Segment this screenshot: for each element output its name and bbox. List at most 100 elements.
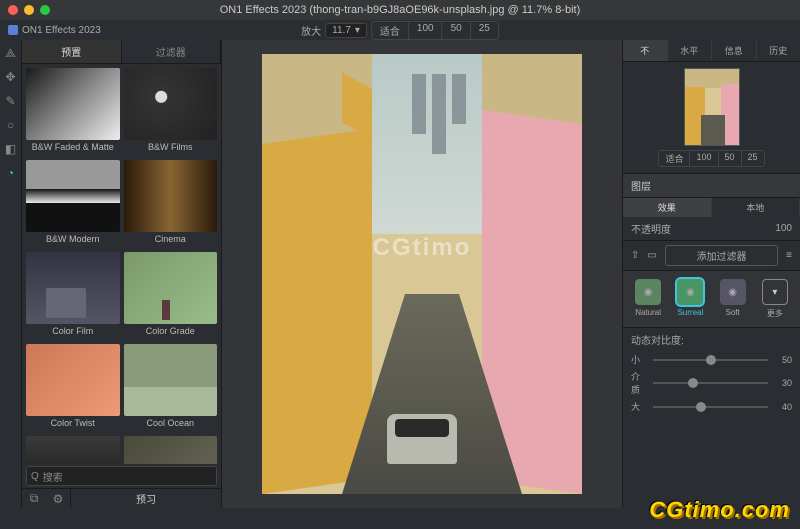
contrast-header-label: 动态对比度: [631, 332, 684, 347]
left-panel-bottom-bar: ⧉ ⚙ 预习 [22, 488, 221, 508]
zoom-value: 11.7 [332, 25, 351, 36]
tool-strip: ⟁ ✥ ✎ ○ ◧ ◔ [0, 40, 22, 508]
subtab-effects[interactable]: 效果 [623, 198, 712, 217]
maximize-window-button[interactable] [40, 5, 50, 15]
preset-item[interactable]: Color Twist [26, 344, 120, 432]
layer-icon[interactable]: ▭ [647, 250, 656, 261]
window-traffic-lights [8, 5, 50, 15]
preset-thumb [26, 160, 120, 232]
filter-soft-button[interactable]: ◉ Soft [720, 279, 746, 319]
preset-thumb [26, 344, 120, 416]
slider-label: 介质 [631, 370, 647, 396]
filter-soft-label: Soft [726, 308, 740, 317]
preset-item[interactable]: Color Film [26, 252, 120, 340]
contrast-header: 动态对比度: [623, 328, 800, 351]
tab-history[interactable]: 历史 [757, 40, 800, 61]
preset-label: Cool Ocean [124, 416, 218, 432]
preset-item[interactable]: B&W Faded & Matte [26, 68, 120, 156]
subtab-local[interactable]: 本地 [712, 198, 800, 217]
slider-track[interactable] [653, 382, 768, 384]
slider-value: 50 [774, 355, 792, 365]
tab-presets[interactable]: 预置 [22, 40, 122, 63]
main-image: CGtimo [262, 54, 582, 494]
slider-row: 小 50 [623, 351, 800, 368]
preset-item[interactable]: Color Grade [124, 252, 218, 340]
move-tool-icon[interactable]: ✥ [4, 70, 18, 84]
tab-levels[interactable]: 水平 [668, 40, 713, 61]
nav-100-button[interactable]: 100 [690, 151, 718, 166]
zoom-value-dropdown[interactable]: 11.7 ▾ [325, 23, 367, 38]
slider-knob[interactable] [706, 355, 716, 365]
navigator-thumbnail[interactable] [684, 68, 740, 146]
tab-info[interactable]: 信息 [712, 40, 757, 61]
slider-value: 30 [774, 378, 792, 388]
nav-25-button[interactable]: 25 [742, 151, 764, 166]
zoom-50-button[interactable]: 50 [443, 22, 471, 39]
preview-button[interactable]: 预习 [70, 489, 221, 508]
search-placeholder: 搜索 [43, 469, 63, 484]
preset-label: B&W Faded & Matte [26, 140, 120, 156]
search-input[interactable]: Q 搜索 [26, 466, 217, 486]
preset-item[interactable]: B&W Modern [26, 160, 120, 248]
layers-header[interactable]: 图层 [623, 173, 800, 198]
add-filter-button[interactable]: 添加过滤器 [665, 245, 778, 266]
filter-surreal-button[interactable]: ◉ Surreal [677, 279, 703, 319]
slider-row: 大40 [623, 398, 800, 415]
menu-icon[interactable]: ≡ [786, 250, 792, 261]
zoom-100-button[interactable]: 100 [409, 22, 443, 39]
right-panel-tabs: 不 水平 信息 历史 [623, 40, 800, 62]
slider-group: 小 50 介质 30 大40 [623, 351, 800, 415]
zoom-fit-button[interactable]: 适合 [372, 22, 409, 39]
slider-knob[interactable] [688, 378, 698, 388]
preset-item[interactable]: Cinema [124, 160, 218, 248]
filter-surreal-label: Surreal [677, 308, 703, 317]
navigator: 适合 100 50 25 [623, 62, 800, 173]
app-tab[interactable]: ON1 Effects 2023 [8, 25, 101, 36]
left-panel-tabs: 预置 过滤器 [22, 40, 221, 64]
zoom-25-button[interactable]: 25 [471, 22, 498, 39]
settings-icon[interactable]: ⚙ [46, 489, 70, 508]
close-window-button[interactable] [8, 5, 18, 15]
preset-thumb [124, 252, 218, 324]
slider-track[interactable] [653, 406, 768, 408]
nav-50-button[interactable]: 50 [719, 151, 742, 166]
app-icon [8, 25, 18, 35]
export-icon[interactable]: ⇧ [631, 250, 639, 261]
left-panel: 预置 过滤器 B&W Faded & MatteB&W Films B&W Mod… [22, 40, 222, 508]
crop-tool-icon[interactable]: ⟁ [4, 46, 18, 60]
ai-tool-icon[interactable]: ◔ [4, 166, 18, 180]
filter-natural-button[interactable]: ◉ Natural [635, 279, 661, 319]
filter-more-button[interactable]: ▾ 更多 [762, 279, 788, 319]
slider-value: 40 [774, 402, 792, 412]
nav-fit-button[interactable]: 适合 [659, 151, 690, 166]
brush-tool-icon[interactable]: ✎ [4, 94, 18, 108]
preset-item[interactable] [124, 436, 218, 464]
zoom-toolbar: 放大 11.7 ▾ 适合 100 50 25 [301, 20, 499, 40]
window-title: ON1 Effects 2023 (thong-tran-b9GJ8aOE96k… [220, 4, 581, 16]
slider-knob[interactable] [696, 402, 706, 412]
filter-surreal-icon: ◉ [677, 279, 703, 305]
preset-label: B&W Modern [26, 232, 120, 248]
zoom-label: 放大 [301, 23, 321, 38]
mask-tool-icon[interactable]: ○ [4, 118, 18, 132]
preset-item[interactable]: Cool Ocean [124, 344, 218, 432]
tab-nav[interactable]: 不 [623, 40, 668, 61]
compare-icon[interactable]: ⧉ [22, 489, 46, 508]
opacity-value: 100 [775, 223, 792, 234]
preset-thumb [26, 436, 120, 464]
opacity-label: 不透明度 [631, 221, 671, 236]
slider-track[interactable] [653, 359, 768, 361]
gradient-tool-icon[interactable]: ◧ [4, 142, 18, 156]
viewport[interactable]: CGtimo [222, 40, 622, 508]
right-panel: 不 水平 信息 历史 适合 100 50 25 图层 效果 本地 不透明度 10… [622, 40, 800, 508]
preset-label: Color Grade [124, 324, 218, 340]
preset-item[interactable] [26, 436, 120, 464]
minimize-window-button[interactable] [24, 5, 34, 15]
preset-item[interactable]: B&W Films [124, 68, 218, 156]
zoom-segments: 适合 100 50 25 [371, 21, 499, 40]
filter-soft-icon: ◉ [720, 279, 746, 305]
opacity-row: 不透明度 100 [623, 217, 800, 241]
tab-filters[interactable]: 过滤器 [122, 40, 222, 63]
preset-label: Color Twist [26, 416, 120, 432]
slider-label: 小 [631, 353, 647, 366]
